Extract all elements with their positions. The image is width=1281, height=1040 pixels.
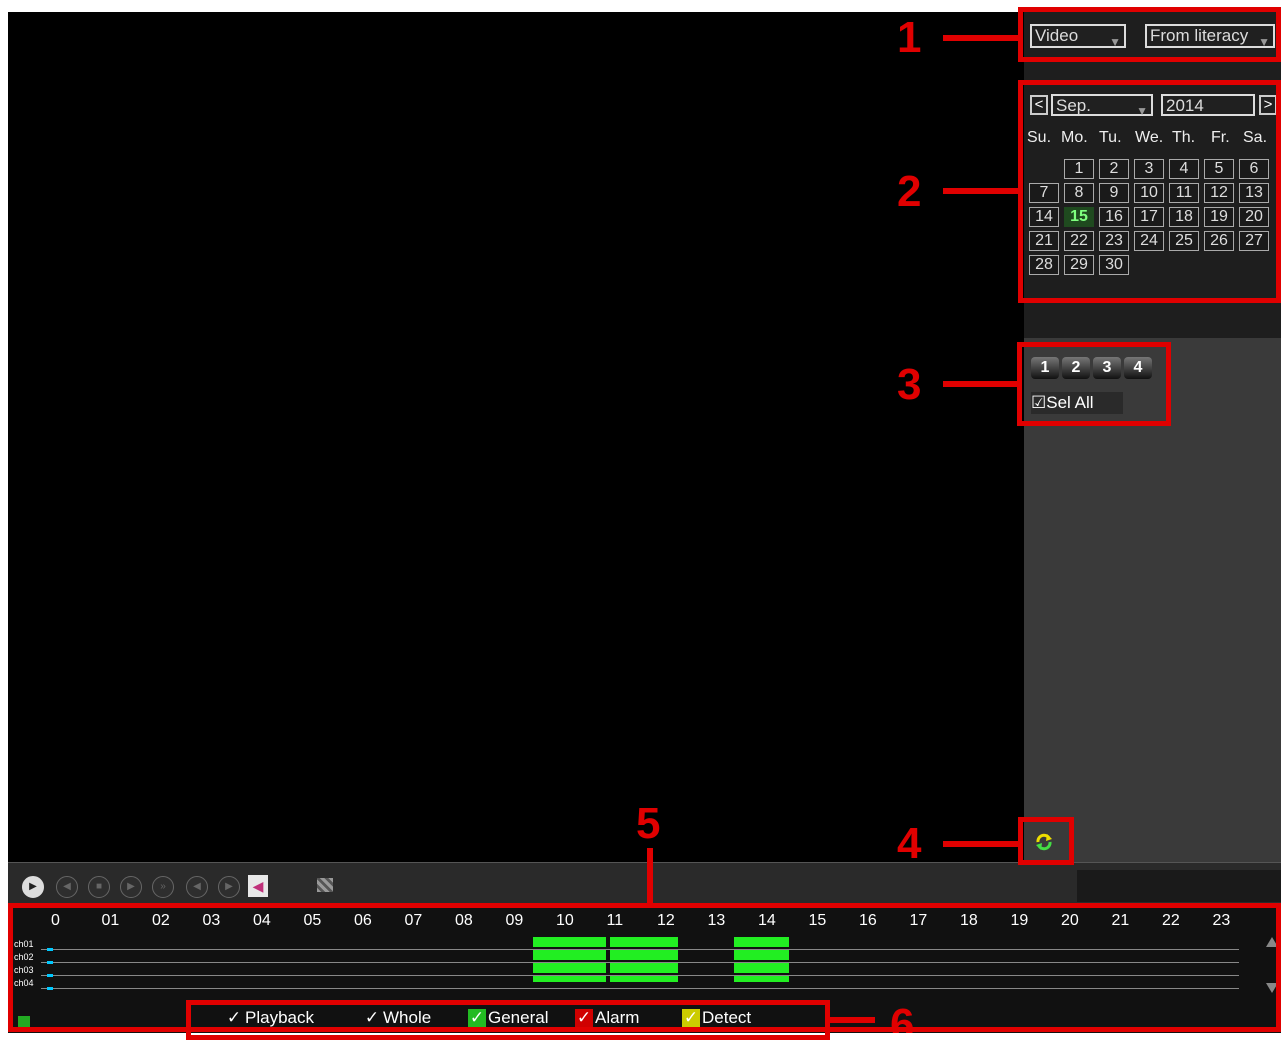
video-display[interactable] — [8, 12, 1024, 862]
annotation-leader-5 — [647, 848, 653, 903]
stop-button[interactable]: ■ — [88, 876, 110, 898]
fullscreen-button[interactable] — [317, 878, 333, 892]
slow-play-button[interactable]: ▶ — [120, 876, 142, 898]
audio-button[interactable]: ◀ — [248, 875, 268, 897]
slow-play-icon: ▶ — [127, 881, 135, 892]
next-frame-icon: ▶ — [225, 881, 233, 892]
fast-forward-icon: » — [160, 881, 166, 892]
annotation-box-2 — [1018, 80, 1281, 303]
annotation-leader-6 — [830, 1017, 875, 1023]
annotation-leader-2 — [943, 188, 1018, 194]
annotation-box-1 — [1018, 7, 1281, 62]
stop-icon: ■ — [95, 881, 103, 892]
annotation-number-2: 2 — [897, 167, 922, 216]
play-button[interactable]: ▶ — [22, 876, 44, 898]
play-backward-button[interactable]: ◀ — [56, 876, 78, 898]
speaker-icon: ◀ — [252, 878, 264, 894]
annotation-leader-1 — [943, 35, 1018, 41]
fast-play-button[interactable]: » — [152, 876, 174, 898]
previous-frame-icon: ◀ — [193, 881, 201, 892]
annotation-leader-4 — [943, 841, 1018, 847]
time-display — [1077, 870, 1281, 902]
annotation-box-6 — [186, 1000, 830, 1040]
annotation-number-1: 1 — [897, 13, 922, 62]
annotation-number-3: 3 — [897, 360, 922, 409]
annotation-box-4 — [1018, 817, 1074, 865]
next-frame-button[interactable]: ▶ — [218, 876, 240, 898]
annotation-leader-3 — [943, 381, 1017, 387]
annotation-box-3 — [1017, 342, 1171, 426]
play-backward-icon: ◀ — [63, 881, 71, 892]
annotation-number-6: 6 — [890, 1003, 915, 1033]
annotation-number-4: 4 — [897, 819, 922, 868]
annotation-number-5: 5 — [636, 799, 661, 848]
previous-frame-button[interactable]: ◀ — [186, 876, 208, 898]
play-icon: ▶ — [29, 881, 37, 892]
